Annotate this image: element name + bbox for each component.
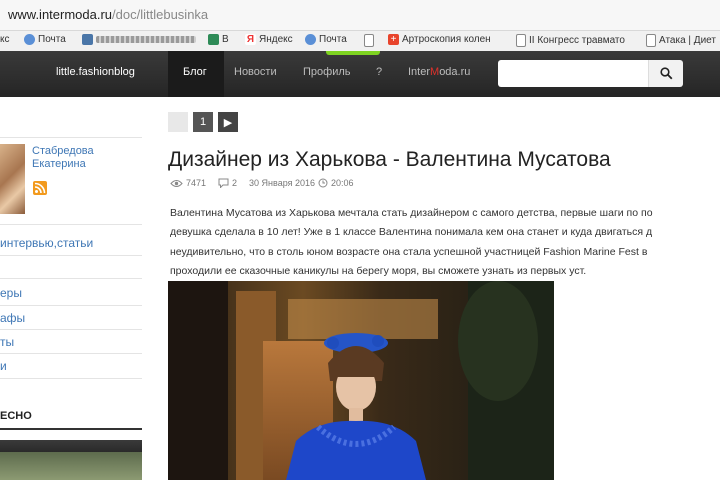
- divider: [0, 353, 142, 354]
- article-line: девушка сделала в 10 лет! Уже в 1 классе…: [170, 226, 653, 239]
- divider: [0, 305, 142, 306]
- avatar[interactable]: [0, 144, 25, 214]
- bookmark-label: кс: [0, 34, 10, 45]
- bookmark-label: II Конгресс травмато: [529, 35, 625, 46]
- url-domain: www.intermoda.ru: [8, 7, 113, 22]
- divider: [0, 137, 142, 138]
- bookmark-page[interactable]: [364, 34, 374, 47]
- search-icon: [659, 67, 672, 80]
- divider: [0, 224, 142, 225]
- author-name[interactable]: Стабредова Екатерина: [32, 145, 142, 171]
- url-text[interactable]: www.intermoda.ru/doc/littlebusinka: [8, 7, 208, 22]
- sidebar-link-2[interactable]: еры: [0, 286, 22, 300]
- bookmark-label: Атака | Диет: [659, 35, 716, 46]
- bookmark-vk[interactable]: [82, 34, 196, 45]
- bookmark-label: В: [222, 34, 229, 45]
- vk-icon: [82, 34, 93, 45]
- divider: [0, 278, 142, 279]
- blurred-text: [96, 36, 196, 43]
- article-line: проходили ее сказочные каникулы на берег…: [170, 264, 587, 277]
- bookmark-congress[interactable]: II Конгресс травмато: [516, 34, 625, 47]
- article-line: Валентина Мусатова из Харькова мечтала с…: [170, 207, 653, 219]
- accent-tab: [326, 51, 380, 55]
- page-number[interactable]: 1: [193, 112, 213, 132]
- bookmark-attack[interactable]: Атака | Диет: [646, 34, 716, 47]
- article-body: Валентина Мусатова из Харькова мечтала с…: [170, 204, 720, 281]
- bookmark-b[interactable]: В: [208, 34, 229, 45]
- bookmark-yandex[interactable]: Я Яндекс: [245, 34, 293, 45]
- sidebar-link-4[interactable]: ты: [0, 335, 14, 349]
- nav-news[interactable]: Новости: [234, 66, 277, 78]
- bookmark-mail-2[interactable]: Почта: [305, 34, 347, 45]
- sidebar-link-3[interactable]: афы: [0, 311, 25, 325]
- bookmarks-bar: кс Почта В Я Яндекс Почта + Артроскопия …: [0, 31, 720, 52]
- brand-text: Inter: [408, 66, 431, 78]
- mail-icon: [305, 34, 316, 45]
- page-icon: [646, 34, 656, 47]
- search-input[interactable]: [498, 60, 648, 87]
- intermoda-link[interactable]: InterModa.ru: [408, 66, 470, 78]
- heading-underline: [0, 428, 142, 430]
- bookmark-arthroscopy[interactable]: + Артроскопия колен: [388, 34, 491, 45]
- bookmark-label: Почта: [319, 34, 347, 45]
- address-bar[interactable]: www.intermoda.ru/doc/littlebusinka: [0, 0, 720, 31]
- page-icon: [516, 34, 526, 47]
- site-name[interactable]: little.fashionblog: [56, 66, 135, 78]
- article-line: неудивительно, что в столь юном возрасте…: [170, 245, 648, 258]
- search-button[interactable]: [648, 60, 683, 87]
- nav-blog[interactable]: Блог: [183, 66, 207, 78]
- plus-icon: +: [388, 34, 399, 45]
- b-icon: [208, 34, 219, 45]
- bookmark-label: Артроскопия колен: [402, 34, 491, 45]
- bookmark-item[interactable]: кс: [0, 34, 10, 45]
- rss-icon[interactable]: [33, 181, 47, 195]
- comment-count[interactable]: 2: [232, 178, 237, 188]
- bookmark-mail[interactable]: Почта: [24, 34, 66, 45]
- sidebar-thumbnail[interactable]: [0, 440, 142, 480]
- divider: [0, 255, 142, 256]
- article-meta: 7471 2 30 Января 2016 20:06: [170, 178, 354, 188]
- clock-icon: [318, 178, 328, 188]
- page-icon: [364, 34, 374, 47]
- article-title: Дизайнер из Харькова - Валентина Мусатов…: [168, 148, 611, 171]
- bookmark-label: Яндекс: [259, 34, 293, 45]
- eye-icon: [170, 179, 183, 187]
- brand-text-end: oda.ru: [439, 66, 471, 78]
- next-page-button[interactable]: ▶: [218, 112, 238, 132]
- comment-icon: [218, 178, 229, 188]
- url-path: /doc/littlebusinka: [112, 7, 209, 22]
- brand-text-red: M: [430, 66, 440, 78]
- article-photo: [168, 281, 554, 480]
- prev-page-button[interactable]: [168, 112, 188, 132]
- pagination: 1 ▶: [168, 112, 238, 132]
- nav-help[interactable]: ?: [376, 66, 382, 78]
- bookmark-label: Почта: [38, 34, 66, 45]
- view-count: 7471: [186, 178, 207, 188]
- publish-date: 30 Января 2016: [249, 178, 316, 188]
- mail-icon: [24, 34, 35, 45]
- nav-profile[interactable]: Профиль: [303, 66, 351, 78]
- sidebar-link-interviews[interactable]: интервью,статьи: [0, 236, 93, 250]
- divider: [0, 329, 142, 330]
- yandex-icon: Я: [245, 34, 256, 45]
- sidebar-link-5[interactable]: и: [0, 359, 7, 373]
- divider: [0, 378, 142, 379]
- publish-time: 20:06: [331, 178, 354, 188]
- sidebar-heading: ЕСНО: [0, 410, 32, 422]
